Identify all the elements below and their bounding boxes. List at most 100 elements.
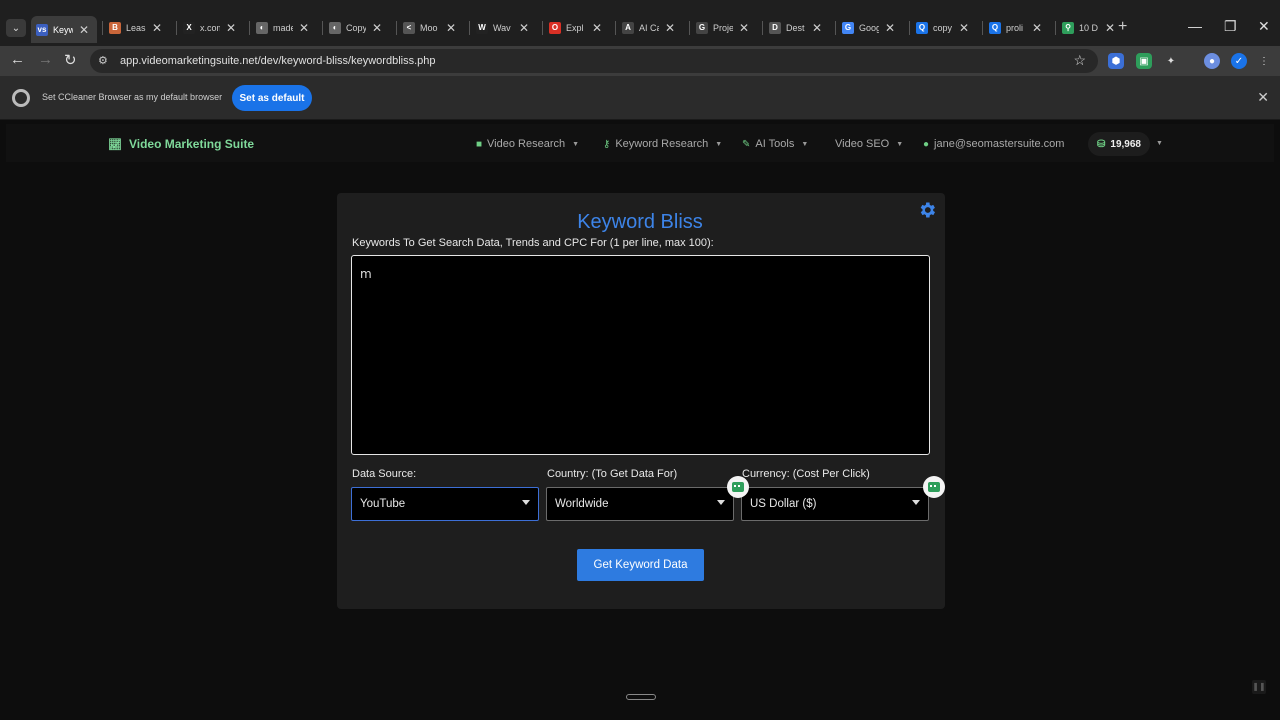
new-tab-button[interactable]: +	[1118, 18, 1127, 36]
country-select[interactable]: Worldwide	[546, 487, 734, 521]
set-default-button[interactable]: Set as default	[232, 85, 312, 111]
tab-close-icon[interactable]: ✕	[372, 21, 382, 35]
get-keyword-data-button[interactable]: Get Keyword Data	[577, 549, 704, 581]
grammarly-badge-icon[interactable]	[923, 476, 945, 498]
credits-value: 19,968	[1110, 138, 1141, 150]
browser-tab[interactable]: A AI Ca ✕	[617, 17, 679, 39]
page-title: Keyword Bliss	[577, 211, 703, 233]
address-bar[interactable]: ⚙ app.videomarketingsuite.net/dev/keywor…	[90, 49, 1098, 73]
tab-label: Copy	[346, 23, 366, 33]
tab-close-icon[interactable]: ✕	[1105, 21, 1115, 35]
tab-separator	[1055, 21, 1056, 35]
tab-search-button[interactable]: ⌄	[6, 19, 26, 37]
tab-favicon-icon: A	[622, 22, 634, 34]
tab-close-icon[interactable]: ✕	[226, 21, 236, 35]
tab-label: x.com	[200, 23, 220, 33]
app-navbar: 📈︎ Video Marketing Suite ■ Video Researc…	[6, 124, 1274, 162]
tab-separator	[322, 21, 323, 35]
minimize-icon[interactable]: —	[1188, 18, 1202, 34]
tab-close-icon[interactable]: ✕	[152, 21, 162, 35]
pause-icon[interactable]: ❚❚	[1252, 680, 1266, 694]
restore-icon[interactable]: ❐	[1224, 18, 1237, 35]
site-info-icon[interactable]: ⚙	[98, 54, 108, 67]
tab-close-icon[interactable]: ✕	[299, 21, 309, 35]
forward-icon[interactable]: →	[38, 51, 53, 68]
grammarly-badge-icon[interactable]	[727, 476, 749, 498]
tab-close-icon[interactable]: ✕	[812, 21, 822, 35]
browser-tab[interactable]: B Leas ✕	[104, 17, 166, 39]
dropdown-arrow-icon	[717, 500, 725, 505]
browser-tab[interactable]: Qproli ✕	[984, 17, 1046, 39]
tab-label: AI Ca	[639, 23, 659, 33]
keywords-textarea[interactable]	[351, 255, 930, 455]
tab-close-icon[interactable]: ✕	[739, 21, 749, 35]
tab-close-icon[interactable]: ✕	[592, 21, 602, 35]
tab-close-icon[interactable]: ✕	[446, 21, 456, 35]
tab-close-icon[interactable]: ✕	[79, 23, 89, 37]
nav-account[interactable]: ● jane@seomastersuite.com	[923, 138, 1064, 150]
tab-close-icon[interactable]: ✕	[519, 21, 529, 35]
tab-separator	[542, 21, 543, 35]
tab-close-icon[interactable]: ✕	[885, 21, 895, 35]
brand-link[interactable]: 📈︎ Video Marketing Suite	[108, 137, 254, 151]
extensions-puzzle-icon[interactable]: ✦	[1163, 53, 1179, 69]
data-source-select[interactable]: YouTube	[351, 487, 539, 521]
nav-video-research[interactable]: ■ Video Research ▼	[476, 138, 579, 150]
caret-down-icon: ▼	[896, 140, 904, 148]
country-value: Worldwide	[555, 498, 609, 510]
extension-screen-icon[interactable]: ▣	[1136, 53, 1152, 69]
nav-ai-tools-label: AI Tools	[755, 138, 795, 150]
line-chart-icon: 📈︎	[108, 138, 122, 151]
bookmark-star-icon[interactable]: ☆	[1073, 52, 1086, 69]
credits-badge[interactable]: ⛁ 19,968	[1088, 132, 1150, 156]
browser-tab-strip: ⌄ vsKeyw✕BLeas✕Xx.com✕◐made✕◐Copy✕<Moo✕W…	[0, 0, 1280, 46]
browser-tab[interactable]: D Dest ✕	[764, 17, 826, 39]
tab-favicon-icon: ◐	[256, 22, 268, 34]
browser-tab[interactable]: vs Keyw ✕	[31, 16, 97, 43]
browser-tab[interactable]: G Goog ✕	[837, 17, 899, 39]
reload-icon[interactable]: ↻	[64, 51, 77, 69]
brand-name: Video Marketing Suite	[128, 137, 255, 151]
browser-menu-icon[interactable]: ⋮	[1256, 53, 1272, 69]
credits-caret-icon[interactable]: ▼	[1156, 140, 1163, 147]
account-email: jane@seomastersuite.com	[934, 138, 1065, 150]
tab-favicon-icon: O	[549, 22, 561, 34]
tab-separator	[835, 21, 836, 35]
tab-separator	[249, 21, 250, 35]
key-icon: ⚷	[603, 138, 611, 150]
nav-ai-tools[interactable]: ✎ AI Tools ▼	[742, 138, 808, 150]
tab-favicon-icon: W	[476, 22, 488, 34]
security-check-icon[interactable]: ✓	[1231, 53, 1247, 69]
nav-video-research-label: Video Research	[487, 138, 566, 150]
nav-keyword-research[interactable]: ⚷ Keyword Research ▼	[603, 138, 722, 150]
tab-close-icon[interactable]: ✕	[665, 21, 675, 35]
browser-tab[interactable]: ⚲ 10 D ✕	[1057, 17, 1119, 39]
tab-label: Proje	[713, 23, 733, 33]
dropdown-arrow-icon	[522, 500, 530, 505]
data-source-value: YouTube	[360, 498, 406, 510]
tab-favicon-icon: G	[696, 22, 708, 34]
browser-tab[interactable]: G Proje ✕	[691, 17, 753, 39]
profile-avatar[interactable]: ●	[1204, 53, 1220, 69]
tab-separator	[982, 21, 983, 35]
browser-tab[interactable]: < Moo ✕	[398, 17, 460, 39]
browser-tab[interactable]: O Expl ✕	[544, 17, 606, 39]
nav-video-seo[interactable]: Video SEO ▼	[835, 138, 903, 150]
browser-tab[interactable]: W Wav ✕	[471, 17, 533, 39]
close-window-icon[interactable]: ✕	[1258, 18, 1270, 35]
close-infobar-icon[interactable]: ✕	[1257, 89, 1269, 106]
back-icon[interactable]: ←	[10, 51, 25, 68]
tab-close-icon[interactable]: ✕	[959, 21, 969, 35]
bottom-drag-handle[interactable]	[626, 694, 656, 700]
extension-shield-icon[interactable]: ⬢	[1108, 53, 1124, 69]
browser-tab[interactable]: ◐ made ✕	[251, 17, 313, 39]
browser-tab[interactable]: ◐ Copy ✕	[324, 17, 386, 39]
tab-favicon-icon: Q	[916, 22, 928, 34]
caret-down-icon: ▼	[715, 140, 723, 148]
nav-keyword-research-label: Keyword Research	[615, 138, 709, 150]
currency-select[interactable]: US Dollar ($)	[741, 487, 929, 521]
tab-close-icon[interactable]: ✕	[1032, 21, 1042, 35]
browser-tab[interactable]: Xx.com ✕	[178, 17, 240, 39]
tab-favicon-icon: Q	[989, 22, 1001, 34]
browser-tab[interactable]: Qcopy ✕	[911, 17, 973, 39]
